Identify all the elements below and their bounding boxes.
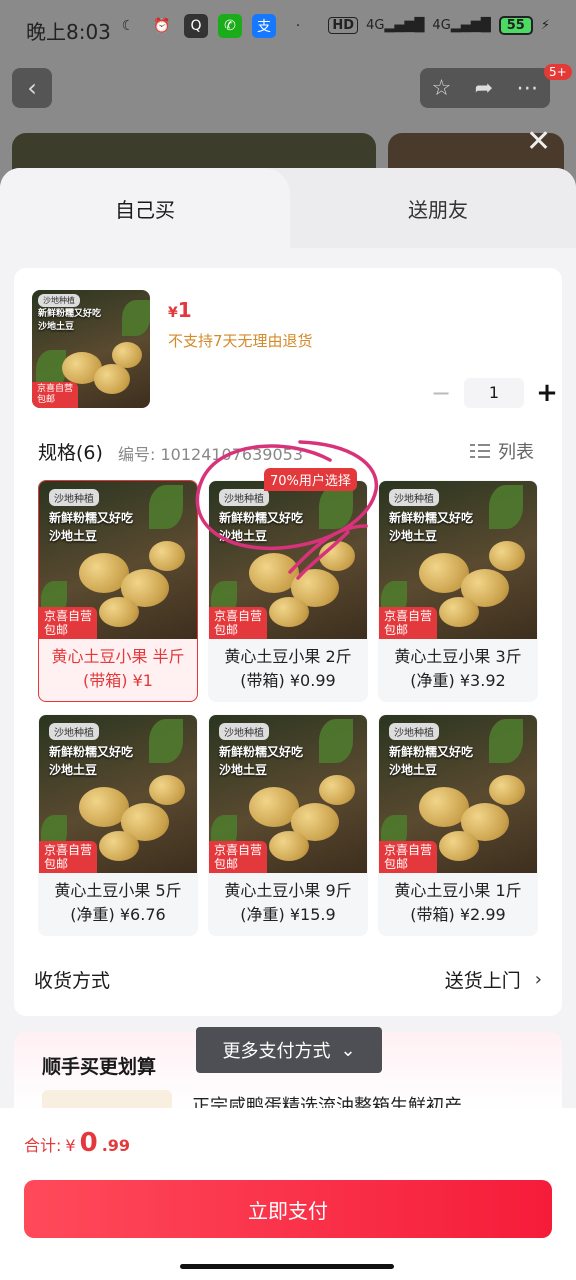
purchase-tabs: 自己买 送朋友 [0, 168, 576, 248]
alarm-icon: ⏰ [153, 18, 171, 34]
nav-actions: ☆ ➦ ⋯ [420, 68, 550, 108]
shipping-method[interactable]: 送货上门 › [445, 966, 542, 993]
tab-self-buy[interactable]: 自己买 [0, 168, 290, 248]
spec-option-image: 沙地种植 新鲜粉糯又好吃 沙地土豆 京喜自营 包邮 [39, 481, 197, 639]
product-price: ¥1 [168, 298, 192, 322]
status-bar: 晚上8:03 ☾ ⏰ Q ✆ 支 · HD 4G▂▄▆█ 4G▂▄▆█ 55 ⚡ [0, 0, 576, 56]
wechat-icon: ✆ [218, 14, 242, 38]
total-label: 合计: [24, 1136, 62, 1155]
status-icons: ☾ ⏰ Q ✆ 支 · [116, 14, 310, 38]
plus-icon[interactable]: + [534, 378, 560, 408]
shipping-label: 收货方式 [34, 970, 111, 992]
return-policy: 不支持7天无理由退货 [168, 332, 313, 350]
spec-option[interactable]: 沙地种植 新鲜粉糯又好吃 沙地土豆 京喜自营 包邮黄心土豆小果 1斤(带箱) ¥2.99 [378, 714, 538, 936]
spec-option-label: 黄心土豆小果 半斤(带箱) ¥1 [51, 647, 185, 690]
spec-option[interactable]: 沙地种植 新鲜粉糯又好吃 沙地土豆 京喜自营 包邮黄心土豆小果 9斤(净重) ¥15.9 [208, 714, 368, 936]
status-right: HD 4G▂▄▆█ 4G▂▄▆█ 55 ⚡ [328, 16, 550, 35]
charging-icon: ⚡ [540, 18, 550, 33]
spec-option-image: 沙地种植 新鲜粉糯又好吃 沙地土豆 京喜自营 包邮 [379, 481, 537, 639]
spec-option-label: 黄心土豆小果 1斤(带箱) ¥2.99 [394, 881, 522, 924]
dot-icon: · [295, 18, 301, 34]
tab-gift-friend[interactable]: 送朋友 [300, 168, 576, 248]
share-icon[interactable]: ➦ [475, 76, 493, 101]
spec-option-label: 黄心土豆小果 5斤(净重) ¥6.76 [54, 881, 182, 924]
more-payment-button[interactable]: 更多支付方式 ⌄ [196, 1027, 382, 1073]
list-view-toggle[interactable]: 列表 [470, 438, 534, 464]
notification-badge: 5+ [544, 64, 572, 80]
battery-icon: 55 [498, 16, 533, 35]
addon-title: 顺手买更划算 [42, 1056, 157, 1078]
shipping-value: 送货上门 [444, 970, 521, 992]
back-button[interactable]: ‹ [12, 68, 52, 108]
spec-title: 规格(6) [38, 442, 103, 464]
status-time: 晚上8:03 [26, 20, 111, 44]
spec-option-label: 黄心土豆小果 9斤(净重) ¥15.9 [224, 881, 352, 924]
hd-icon: HD [328, 17, 359, 34]
list-icon [470, 442, 490, 460]
popular-choice-tag: 70%用户选择 [264, 468, 357, 491]
alipay-icon: 支 [252, 14, 276, 38]
spec-number: 编号: 10124107639053 [118, 445, 303, 464]
qq-icon: Q [184, 14, 208, 38]
home-indicator [180, 1264, 394, 1269]
total-dec: .99 [101, 1136, 131, 1155]
spec-option-label: 黄心土豆小果 2斤(带箱) ¥0.99 [224, 647, 352, 690]
moon-icon: ☾ [121, 18, 135, 34]
spec-option[interactable]: 沙地种植 新鲜粉糯又好吃 沙地土豆 京喜自营 包邮黄心土豆小果 半斤(带箱) ¥1 [38, 480, 198, 702]
spec-option-label: 黄心土豆小果 3斤(净重) ¥3.92 [394, 647, 522, 690]
quantity-input[interactable]: 1 [464, 378, 524, 408]
spec-option-image: 沙地种植 新鲜粉糯又好吃 沙地土豆 京喜自营 包邮 [39, 715, 197, 873]
total-symbol: ¥ [65, 1136, 76, 1155]
spec-option[interactable]: 沙地种植 新鲜粉糯又好吃 沙地土豆 京喜自营 包邮黄心土豆小果 5斤(净重) ¥6.76 [38, 714, 198, 936]
star-icon[interactable]: ☆ [432, 76, 452, 101]
chevron-right-icon: › [534, 969, 542, 990]
product-card: 沙地种植 新鲜粉糯又好吃 沙地土豆 京喜自营 包邮 ¥1 不支持7天无理由退货 − … [14, 268, 562, 1016]
close-icon[interactable]: ✕ [526, 124, 551, 159]
product-thumbnail: 沙地种植 新鲜粉糯又好吃 沙地土豆 京喜自营 包邮 [32, 290, 150, 408]
order-total: 合计: ¥ 0.99 [24, 1128, 130, 1158]
signal-icon-1: 4G▂▄▆█ [366, 18, 425, 33]
signal-icon-2: 4G▂▄▆█ [432, 18, 491, 33]
list-label: 列表 [498, 442, 534, 463]
checkout-footer: 合计: ¥ 0.99 立即支付 [0, 1108, 576, 1280]
more-payment-label: 更多支付方式 [222, 1041, 331, 1062]
minus-icon[interactable]: − [428, 379, 454, 407]
more-icon[interactable]: ⋯ [516, 76, 538, 101]
total-int: 0 [79, 1128, 98, 1158]
spec-option[interactable]: 沙地种植 新鲜粉糯又好吃 沙地土豆 京喜自营 包邮黄心土豆小果 3斤(净重) ¥3.92 [378, 480, 538, 702]
spec-option-image: 沙地种植 新鲜粉糯又好吃 沙地土豆 京喜自营 包邮 [209, 715, 367, 873]
spec-option-image: 沙地种植 新鲜粉糯又好吃 沙地土豆 京喜自营 包邮 [209, 481, 367, 639]
pay-now-button[interactable]: 立即支付 [24, 1180, 552, 1238]
spec-option[interactable]: 沙地种植 新鲜粉糯又好吃 沙地土豆 京喜自营 包邮黄心土豆小果 2斤(带箱) ¥0.99 [208, 480, 368, 702]
chevron-down-icon: ⌄ [340, 1039, 356, 1061]
quantity-stepper: − 1 + [428, 378, 560, 408]
spec-option-image: 沙地种植 新鲜粉糯又好吃 沙地土豆 京喜自营 包邮 [379, 715, 537, 873]
